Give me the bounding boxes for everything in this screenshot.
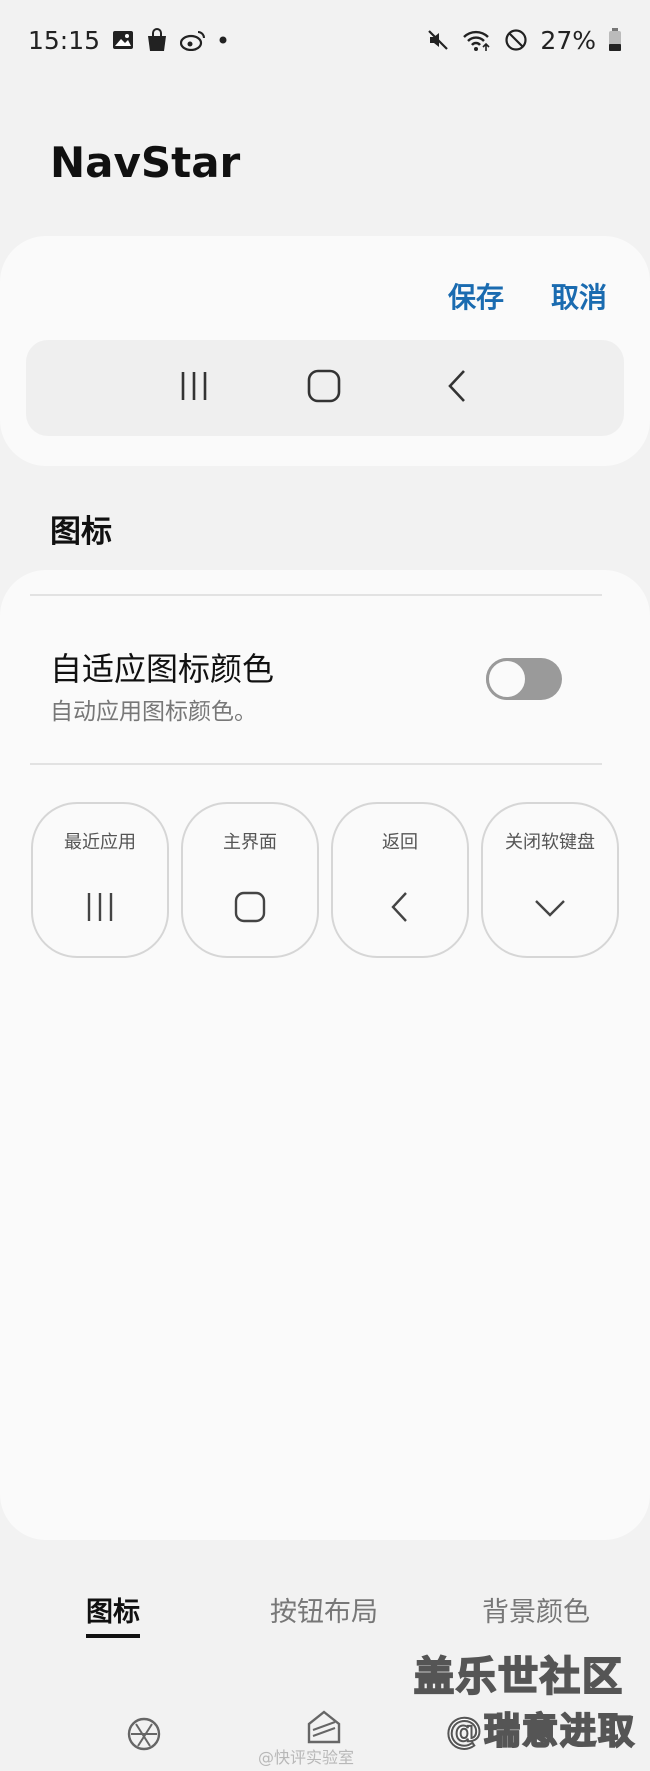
wifi-icon (462, 28, 492, 52)
tab-label: 图标 (86, 1597, 140, 1628)
key-card-hide-keyboard[interactable]: 关闭软键盘 (481, 802, 619, 958)
battery-text: 27% (540, 25, 596, 55)
divider-top (30, 594, 602, 596)
key-label: 最近应用 (64, 832, 136, 853)
adaptive-color-title: 自适应图标颜色 (50, 650, 275, 688)
home-icon (233, 890, 267, 928)
tab-label: 按钮布局 (270, 1597, 378, 1628)
brand-watermark-line2: @瑞意进取 (445, 1710, 637, 1753)
cancel-button[interactable]: 取消 (551, 276, 607, 316)
tab-icons[interactable]: 图标 (86, 1590, 140, 1638)
battery-icon (608, 28, 622, 52)
divider-bottom (30, 763, 602, 765)
weibo-icon (180, 29, 206, 51)
shopping-bag-icon (146, 28, 168, 52)
aperture-icon[interactable] (126, 1716, 162, 1756)
key-label: 主界面 (223, 832, 277, 853)
back-icon (440, 368, 476, 408)
nav-bar-preview (26, 340, 624, 436)
key-label: 返回 (382, 832, 418, 853)
back-icon (383, 890, 417, 928)
tab-label: 背景颜色 (482, 1597, 590, 1628)
adaptive-color-toggle[interactable] (486, 658, 562, 700)
app-title: NavStar (50, 138, 241, 187)
recents-icon (83, 890, 117, 928)
weibo-watermark: @快评实验室 (258, 1748, 355, 1767)
no-disturb-icon (504, 28, 528, 52)
key-label: 关闭软键盘 (505, 832, 595, 853)
brand-watermark-line1: 盖乐世社区 (413, 1653, 624, 1701)
tab-button-layout[interactable]: 按钮布局 (270, 1590, 378, 1629)
active-tab-indicator (86, 1634, 140, 1638)
status-right: 27% (426, 26, 622, 55)
key-card-recents[interactable]: 最近应用 (31, 802, 169, 958)
status-bar: 15:15 27% (0, 0, 650, 80)
image-icon (112, 29, 134, 51)
status-left: 15:15 (28, 26, 228, 55)
adaptive-color-subtitle: 自动应用图标颜色。 (50, 699, 257, 725)
dot-icon (218, 35, 228, 45)
mute-icon (426, 28, 450, 52)
key-card-home[interactable]: 主界面 (181, 802, 319, 958)
tab-background-color[interactable]: 背景颜色 (482, 1590, 590, 1629)
key-card-back[interactable]: 返回 (331, 802, 469, 958)
recents-icon (176, 368, 212, 408)
home-icon (306, 368, 342, 408)
toggle-knob (486, 658, 528, 700)
save-button[interactable]: 保存 (448, 276, 504, 316)
status-time: 15:15 (28, 25, 101, 55)
section-title: 图标 (50, 514, 112, 550)
chevron-down-icon (533, 890, 567, 928)
